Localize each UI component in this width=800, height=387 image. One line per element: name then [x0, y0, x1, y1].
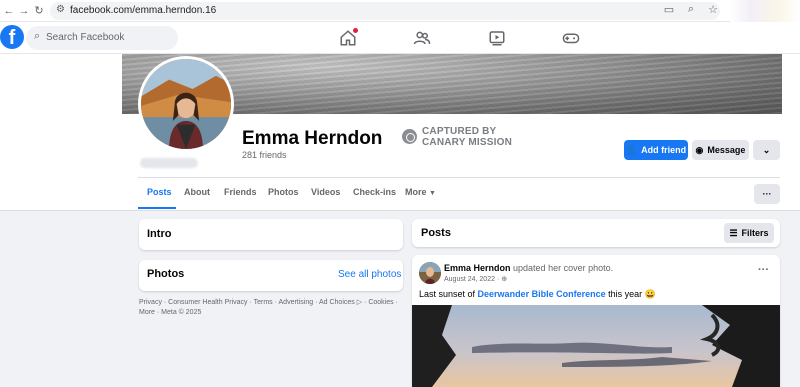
- post-author-name[interactable]: Emma Herndon: [444, 263, 511, 273]
- watch-video-icon[interactable]: [485, 26, 509, 50]
- messenger-icon: ◉: [695, 144, 704, 155]
- canary-mission-stamp: CAPTURED BY CANARY MISSION: [402, 126, 512, 148]
- post-text: Last sunset of Deerwander Bible Conferen…: [419, 289, 656, 300]
- tab-checkins[interactable]: Check-ins: [353, 187, 396, 197]
- photos-card: Photos See all photos: [139, 260, 403, 291]
- post-text-before: Last sunset of: [419, 289, 478, 299]
- profile-header: [0, 54, 800, 211]
- friends-count[interactable]: 281 friends: [242, 150, 287, 160]
- footer-links[interactable]: Privacy · Consumer Health Privacy · Term…: [139, 298, 401, 318]
- more-dots-icon: ···: [762, 189, 772, 199]
- browser-toolbar: ← → ↻ ⚙ facebook.com/emma.herndon.16 ▭ ⌕…: [0, 0, 800, 22]
- chevron-down-icon: ⌄: [762, 144, 771, 155]
- filters-label: Filters: [741, 228, 769, 238]
- tabs-more-options-button[interactable]: ···: [754, 184, 780, 204]
- tabs-divider: [138, 177, 780, 178]
- posts-title: Posts: [421, 227, 451, 239]
- post-header: Emma Herndon updated her cover photo.: [444, 263, 613, 273]
- message-label: Message: [707, 145, 746, 155]
- stamp-icon: [402, 129, 417, 144]
- posts-header-card: Posts ☰ Filters: [412, 219, 780, 247]
- profile-name: Emma Herndon: [242, 128, 383, 149]
- tab-more-label: More: [405, 187, 427, 197]
- search-input[interactable]: ⌕ Search Facebook: [26, 26, 178, 50]
- post-text-after: this year 😀: [605, 289, 656, 299]
- caret-down-icon: ▼: [429, 190, 436, 197]
- post-author-avatar[interactable]: [419, 262, 441, 284]
- intro-card: Intro: [139, 219, 403, 250]
- tab-photos[interactable]: Photos: [268, 187, 299, 197]
- reload-icon[interactable]: ↻: [32, 4, 46, 18]
- forward-icon[interactable]: →: [17, 4, 31, 18]
- url-text: facebook.com/emma.herndon.16: [70, 5, 217, 16]
- post-options-icon[interactable]: ···: [758, 264, 769, 276]
- zoom-icon[interactable]: ⌕: [684, 3, 698, 16]
- site-info-icon[interactable]: ⚙: [56, 4, 65, 15]
- tab-friends[interactable]: Friends: [224, 187, 257, 197]
- post-text-link[interactable]: Deerwander Bible Conference: [478, 289, 606, 299]
- tab-posts[interactable]: Posts: [147, 187, 172, 197]
- globe-icon: ⊕: [501, 276, 508, 283]
- photos-title: Photos: [147, 268, 185, 280]
- add-friend-button[interactable]: 👤 Add friend: [624, 140, 688, 160]
- add-friend-label: Add friend: [641, 145, 687, 155]
- intro-title: Intro: [147, 228, 172, 240]
- install-app-icon[interactable]: ▭: [662, 3, 676, 16]
- search-icon: ⌕: [34, 30, 41, 42]
- facebook-logo-icon[interactable]: f: [0, 25, 24, 49]
- stamp-line-2: CANARY MISSION: [422, 137, 513, 148]
- profile-options-button[interactable]: ⌄: [753, 140, 780, 160]
- blurred-mutual-friends: [140, 158, 198, 168]
- stamp-line-1: CAPTURED BY: [422, 126, 497, 137]
- post-action: updated her cover photo.: [513, 263, 614, 273]
- filters-button[interactable]: ☰ Filters: [724, 223, 774, 243]
- bookmark-star-icon[interactable]: ☆: [706, 3, 720, 16]
- post-date[interactable]: August 24, 2022 · ⊕: [444, 275, 507, 283]
- post-date-text: August 24, 2022 ·: [444, 276, 502, 283]
- active-tab-indicator: [138, 207, 176, 209]
- extensions-area: [730, 0, 800, 22]
- profile-picture[interactable]: [138, 56, 234, 152]
- facebook-header: f ⌕ Search Facebook: [0, 22, 800, 54]
- tab-about[interactable]: About: [184, 187, 210, 197]
- message-button[interactable]: ◉ Message: [692, 140, 749, 160]
- tab-more[interactable]: More ▼: [405, 187, 436, 197]
- tab-videos[interactable]: Videos: [311, 187, 340, 197]
- address-bar[interactable]: ⚙ facebook.com/emma.herndon.16: [50, 2, 720, 20]
- search-placeholder: Search Facebook: [46, 32, 125, 43]
- notification-dot: [353, 28, 358, 33]
- home-icon[interactable]: [336, 26, 360, 50]
- back-icon[interactable]: ←: [2, 4, 16, 18]
- add-friend-icon: 👤: [625, 144, 638, 155]
- gaming-icon[interactable]: [559, 26, 583, 50]
- friends-icon[interactable]: [410, 26, 434, 50]
- see-all-photos-link[interactable]: See all photos: [338, 269, 401, 280]
- post-photo[interactable]: [412, 305, 780, 387]
- sliders-icon: ☰: [729, 227, 738, 238]
